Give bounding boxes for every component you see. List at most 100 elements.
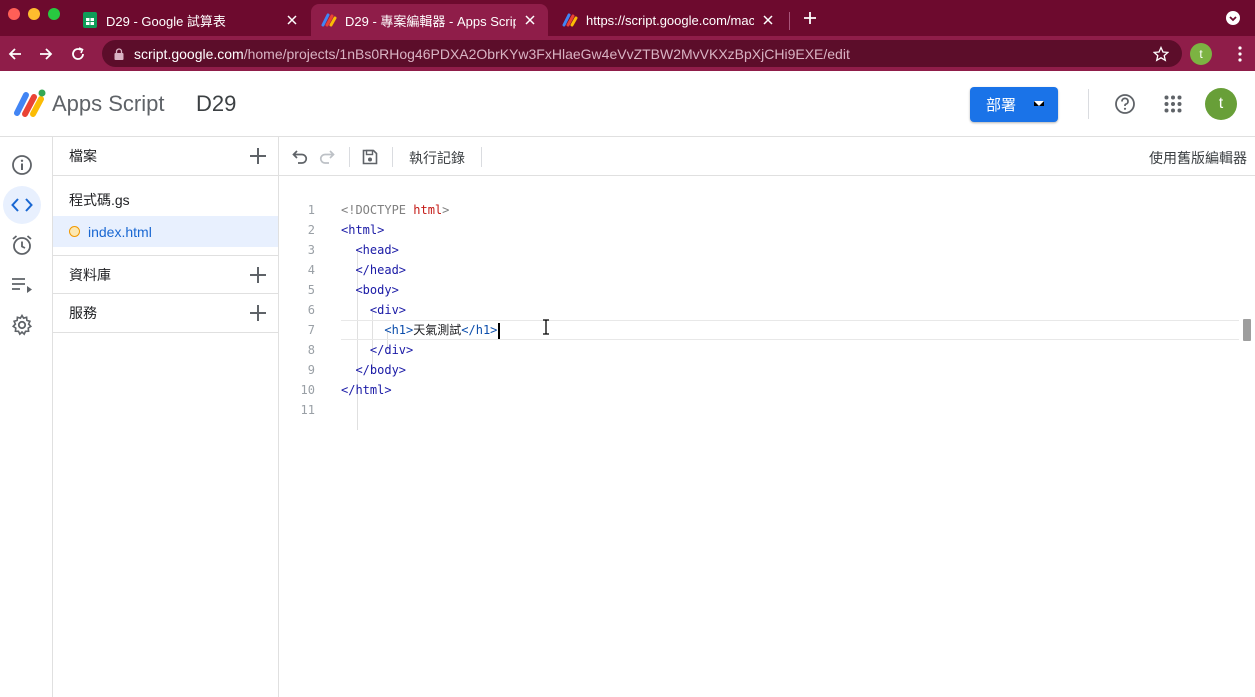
files-header-label: 檔案 bbox=[69, 148, 97, 164]
star-icon bbox=[1153, 46, 1169, 62]
code-line[interactable]: 10 </html> bbox=[279, 380, 1239, 400]
code-line[interactable]: 9 </body> bbox=[279, 360, 1239, 380]
line-number: 9 bbox=[307, 363, 315, 377]
address-bar[interactable]: script.google.com/home/projects/1nBs0RHo… bbox=[102, 40, 1182, 67]
toolbar-separator bbox=[349, 147, 350, 167]
browser-tab-editor[interactable]: D29 - 專案編輯器 - Apps Script bbox=[311, 4, 548, 36]
use-legacy-editor-button[interactable]: 使用舊版編輯器 bbox=[1149, 148, 1247, 168]
apps-launcher-button[interactable] bbox=[1161, 92, 1185, 116]
save-icon bbox=[362, 149, 378, 165]
editor-scrollbar[interactable] bbox=[1243, 319, 1251, 341]
line-number: 4 bbox=[307, 263, 315, 277]
tab-title: D29 - 專案編輯器 - Apps Script bbox=[345, 13, 516, 29]
header-divider bbox=[1088, 89, 1089, 119]
code-icon bbox=[11, 198, 33, 212]
rail-item-executions[interactable] bbox=[3, 266, 41, 304]
line-number: 8 bbox=[307, 343, 315, 357]
help-button[interactable] bbox=[1113, 92, 1137, 116]
rail-item-triggers[interactable] bbox=[3, 226, 41, 264]
redo-icon bbox=[319, 150, 335, 164]
close-tab-icon[interactable] bbox=[284, 12, 300, 28]
close-window-button[interactable] bbox=[8, 8, 20, 20]
lock-icon bbox=[114, 47, 124, 60]
browser-toolbar: script.google.com/home/projects/1nBs0RHo… bbox=[0, 36, 1255, 71]
reload-icon bbox=[72, 47, 84, 60]
code-line[interactable]: 1 <!DOCTYPE html> bbox=[279, 200, 1239, 220]
save-button[interactable] bbox=[359, 146, 381, 168]
app-name[interactable]: Apps Script bbox=[52, 91, 165, 117]
more-vert-icon bbox=[1238, 46, 1242, 62]
playlist-play-icon bbox=[12, 278, 32, 293]
close-tab-icon[interactable] bbox=[522, 12, 538, 28]
code-editor[interactable]: 1 <!DOCTYPE html> 2 <html> 3 <head> 4 </… bbox=[279, 176, 1255, 697]
plus-icon bbox=[804, 12, 816, 24]
execution-log-button[interactable]: 執行記錄 bbox=[409, 148, 465, 168]
code-line[interactable]: 5 <body> bbox=[279, 280, 1239, 300]
minimize-window-button[interactable] bbox=[28, 8, 40, 20]
apps-script-logo-icon[interactable] bbox=[12, 87, 48, 119]
browser-menu-button[interactable] bbox=[1227, 41, 1253, 67]
reload-button[interactable] bbox=[65, 41, 91, 67]
code-text: <head> bbox=[341, 243, 399, 257]
code-line[interactable]: 11 bbox=[279, 400, 1239, 420]
redo-button[interactable] bbox=[316, 146, 338, 168]
code-line[interactable]: 8 </div> bbox=[279, 340, 1239, 360]
libraries-header-label: 資料庫 bbox=[69, 266, 111, 283]
code-text: </div> bbox=[341, 343, 414, 357]
app-header: Apps Script D29 部署 t bbox=[0, 71, 1255, 137]
libraries-section-header: 資料庫 bbox=[53, 255, 278, 294]
file-name: index.html bbox=[88, 223, 152, 240]
line-number: 7 bbox=[307, 323, 315, 337]
code-text: <html> bbox=[341, 223, 385, 237]
add-library-icon[interactable] bbox=[248, 265, 268, 285]
rail-item-overview[interactable] bbox=[3, 146, 41, 184]
new-tab-button[interactable] bbox=[797, 5, 823, 31]
file-item-code-gs[interactable]: 程式碼.gs bbox=[53, 184, 278, 215]
file-item-index-html[interactable]: index.html bbox=[53, 216, 278, 247]
close-tab-icon[interactable] bbox=[760, 12, 776, 28]
left-nav-rail bbox=[0, 137, 53, 697]
line-number: 6 bbox=[307, 303, 315, 317]
add-file-icon[interactable] bbox=[248, 146, 268, 166]
line-number: 3 bbox=[307, 243, 315, 257]
browser-tab-macro[interactable]: https://script.google.com/macr bbox=[552, 4, 786, 36]
add-service-icon[interactable] bbox=[248, 303, 268, 323]
code-line[interactable]: 3 <head> bbox=[279, 240, 1239, 260]
toolbar-separator bbox=[392, 147, 393, 167]
unsaved-indicator-icon bbox=[69, 226, 80, 237]
code-line[interactable]: 4 </head> bbox=[279, 260, 1239, 280]
code-text: <h1>天氣測試</h1> bbox=[341, 320, 501, 340]
toolbar-separator bbox=[481, 147, 482, 167]
code-text: </html> bbox=[341, 383, 392, 397]
apps-grid-icon bbox=[1164, 95, 1182, 113]
gear-icon bbox=[11, 314, 33, 336]
maximize-window-button[interactable] bbox=[48, 8, 60, 20]
code-line[interactable]: 7 <h1>天氣測試</h1> bbox=[279, 320, 1239, 340]
code-text: <!DOCTYPE html> bbox=[341, 203, 450, 217]
browser-tab-sheets[interactable]: D29 - Google 試算表 bbox=[72, 4, 310, 36]
rail-item-settings[interactable] bbox=[3, 306, 41, 344]
account-avatar[interactable]: t bbox=[1205, 88, 1237, 120]
apps-script-icon bbox=[321, 12, 337, 28]
code-line[interactable]: 2 <html> bbox=[279, 220, 1239, 240]
back-button[interactable] bbox=[2, 41, 28, 67]
help-icon bbox=[1115, 94, 1135, 114]
forward-button[interactable] bbox=[33, 41, 59, 67]
tab-search-button[interactable] bbox=[1220, 5, 1246, 31]
bookmark-button[interactable] bbox=[1148, 41, 1174, 67]
line-number: 2 bbox=[307, 223, 315, 237]
info-icon bbox=[12, 155, 32, 175]
line-number: 11 bbox=[300, 403, 315, 417]
undo-button[interactable] bbox=[289, 146, 311, 168]
arrow-right-icon bbox=[40, 48, 53, 60]
editor-toolbar: 執行記錄 使用舊版編輯器 bbox=[279, 137, 1255, 176]
code-line[interactable]: 6 <div> bbox=[279, 300, 1239, 320]
text-cursor-icon bbox=[543, 319, 549, 335]
code-text: <div> bbox=[341, 303, 407, 317]
project-title[interactable]: D29 bbox=[196, 91, 236, 117]
rail-item-editor[interactable] bbox=[3, 186, 41, 224]
browser-profile-avatar[interactable]: t bbox=[1190, 43, 1212, 65]
code-text: </head> bbox=[341, 263, 407, 277]
deploy-button[interactable]: 部署 bbox=[970, 87, 1058, 122]
arrow-left-icon bbox=[8, 48, 21, 60]
